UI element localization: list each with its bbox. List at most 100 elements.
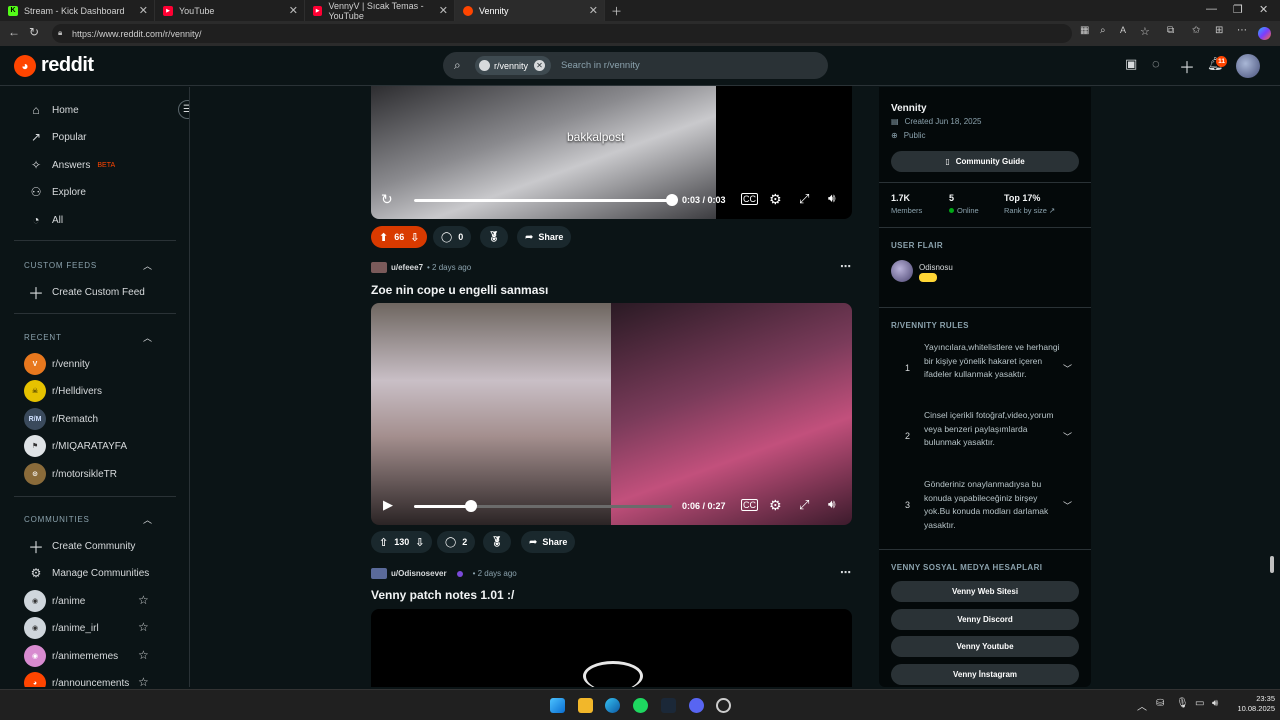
social-link-instagram[interactable]: Venny İnstagram	[891, 664, 1079, 685]
favorite-star-icon[interactable]: ☆	[138, 620, 149, 634]
play-icon[interactable]: ▶	[383, 497, 393, 513]
chat-icon[interactable]: ◌	[1152, 56, 1160, 71]
rule-item-3[interactable]: 3 Gönderiniz onaylanmadıysa bu konuda ya…	[891, 477, 1079, 533]
nav-answers[interactable]: ✧ Answers BETA	[28, 157, 115, 173]
author-avatar[interactable]	[371, 262, 387, 273]
community-item-anime-irl[interactable]: ◉ r/anime_irl	[24, 617, 99, 639]
close-icon[interactable]: ✕	[439, 4, 448, 17]
app-icon[interactable]: ▦	[1080, 25, 1089, 36]
reddit-logo[interactable]: ◕ reddit	[14, 54, 94, 77]
display-icon[interactable]: ▭	[1195, 698, 1204, 709]
chevron-down-icon[interactable]: ﹀	[1063, 499, 1072, 512]
community-guide-button[interactable]: ▯ Community Guide	[891, 151, 1079, 172]
spotify-icon[interactable]	[633, 698, 648, 713]
nav-home[interactable]: ⌂ Home	[28, 102, 78, 118]
app-icon[interactable]	[716, 698, 731, 713]
volume-icon[interactable]: 🔊︎	[828, 497, 836, 512]
browser-tab-vennyv[interactable]: ▶ VennyV | Sıcak Temas - YouTube ✕	[305, 0, 455, 21]
community-item-anime[interactable]: ◉ r/anime	[24, 590, 85, 612]
chevron-up-icon[interactable]: ︿	[143, 259, 152, 272]
upvote-icon[interactable]: ⬆	[379, 231, 388, 244]
tray-icon[interactable]: ⛁	[1156, 698, 1164, 709]
post2-video-player[interactable]: ▶ 0:06 / 0:27 CC ⚙ ⤢ 🔊︎	[371, 303, 852, 525]
back-icon[interactable]: ←	[8, 25, 20, 39]
post2-comments-button[interactable]: ◯ 2	[437, 531, 476, 553]
mic-icon[interactable]: 🎙︎	[1176, 698, 1189, 709]
fullscreen-icon[interactable]: ⤢	[799, 497, 809, 513]
video-scrubber[interactable]	[465, 500, 477, 512]
favorite-star-icon[interactable]: ☆	[138, 648, 149, 662]
collections-icon[interactable]: ⊞	[1215, 25, 1223, 36]
post2-more-options-icon[interactable]: ⋯	[840, 260, 851, 273]
create-custom-feed[interactable]: ＋ Create Custom Feed	[28, 284, 145, 303]
post2-award-button[interactable]: 🏅︎	[483, 531, 511, 553]
recent-item-vennity[interactable]: V r/vennity	[24, 353, 90, 375]
custom-feeds-header[interactable]: CUSTOM FEEDS	[24, 261, 97, 270]
upvote-icon[interactable]: ⇧	[379, 536, 388, 549]
manage-communities[interactable]: ⚙ Manage Communities	[28, 565, 150, 581]
communities-header[interactable]: COMMUNITIES	[24, 515, 90, 524]
browser-tab-kick[interactable]: K Stream - Kick Dashboard ✕	[0, 0, 155, 21]
reload-icon[interactable]: ↻	[29, 25, 39, 39]
favorites-bar-icon[interactable]: ✩	[1192, 25, 1200, 36]
replay-icon[interactable]: ↻	[381, 191, 393, 208]
social-link-discord[interactable]: Venny Discord	[891, 609, 1079, 630]
maximize-icon[interactable]: ❐	[1233, 3, 1243, 16]
volume-icon[interactable]: 🔊︎	[1212, 698, 1218, 709]
chevron-up-icon[interactable]: ︿	[143, 331, 152, 344]
post3-media[interactable]	[371, 609, 852, 687]
favorite-star-icon[interactable]: ☆	[138, 593, 149, 607]
read-aloud-icon[interactable]: A	[1120, 25, 1126, 35]
new-tab-icon[interactable]: ＋	[611, 3, 622, 19]
file-explorer-icon[interactable]	[578, 698, 593, 713]
downvote-icon[interactable]: ⇩	[410, 231, 419, 244]
post1-video-player[interactable]: bakkalpost ↻ 0:03 / 0:03 CC ⚙ ⤢ 🔊︎	[371, 86, 852, 219]
post2-share-button[interactable]: ➦ Share	[521, 531, 576, 553]
user-avatar[interactable]	[1236, 54, 1260, 78]
post3-more-options-icon[interactable]: ⋯	[840, 566, 851, 579]
post3-title[interactable]: Venny patch notes 1.01 :/	[371, 588, 514, 602]
volume-icon[interactable]: 🔊︎	[828, 191, 836, 206]
favorite-icon[interactable]: ☆	[1140, 25, 1150, 38]
search-placeholder[interactable]: Search in r/vennity	[561, 60, 640, 71]
page-scrollbar-thumb[interactable]	[1270, 556, 1274, 573]
post-author[interactable]: u/efeee7	[391, 263, 423, 272]
rule-item-1[interactable]: 1 Yayıncılara,whitelistlere ve herhangi …	[891, 340, 1079, 396]
recent-header[interactable]: RECENT	[24, 333, 62, 342]
extensions-icon[interactable]: ⧉	[1167, 25, 1174, 36]
collapse-sidebar-button[interactable]: ☰	[178, 100, 189, 119]
community-item-announcements[interactable]: ◕ r/announcements	[24, 672, 129, 687]
close-icon[interactable]: ✕	[139, 4, 148, 17]
post1-share-button[interactable]: ➦ Share	[517, 226, 572, 248]
settings-gear-icon[interactable]: ⚙	[769, 497, 782, 514]
downvote-icon[interactable]: ⇩	[415, 536, 424, 549]
advertise-icon[interactable]: ▣	[1125, 56, 1137, 72]
stat-rank[interactable]: Top 17% Rank by size ↗	[1004, 193, 1055, 215]
chevron-up-icon[interactable]: ︿	[1137, 698, 1147, 713]
captions-icon[interactable]: CC	[741, 499, 758, 511]
nav-popular[interactable]: ↗ Popular	[28, 129, 87, 145]
rule-item-2[interactable]: 2 Cinsel içerikli fotoğraf,video,yorum v…	[891, 409, 1079, 465]
social-link-website[interactable]: Venny Web Sitesi	[891, 581, 1079, 602]
minimize-icon[interactable]: —	[1206, 3, 1217, 15]
post1-comments-button[interactable]: ◯ 0	[433, 226, 472, 248]
steam-icon[interactable]	[661, 698, 676, 713]
chevron-down-icon[interactable]: ﹀	[1063, 362, 1072, 375]
captions-icon[interactable]: CC	[741, 193, 758, 205]
window-close-icon[interactable]: ✕	[1259, 3, 1268, 16]
start-icon[interactable]	[550, 698, 565, 713]
post2-title[interactable]: Zoe nin cope u engelli sanması	[371, 283, 548, 297]
search-community-chip[interactable]: r/vennity ✕	[475, 56, 552, 75]
clock[interactable]: 23:35 10.08.2025	[1227, 694, 1275, 714]
nav-all[interactable]: ◔ All	[28, 212, 63, 228]
author-avatar[interactable]	[371, 568, 387, 579]
chevron-up-icon[interactable]: ︿	[143, 513, 152, 526]
copilot-icon[interactable]	[1258, 27, 1271, 40]
post1-award-button[interactable]: 🏅︎	[480, 226, 508, 248]
recent-item-motorsikletr[interactable]: ⊙ r/motorsikleTR	[24, 463, 117, 485]
video-scrubber[interactable]	[666, 194, 678, 206]
social-link-youtube[interactable]: Venny Youtube	[891, 636, 1079, 657]
settings-gear-icon[interactable]: ⚙	[769, 191, 782, 208]
browser-tab-vennity[interactable]: Vennity ✕	[455, 0, 605, 21]
chevron-down-icon[interactable]: ﹀	[1063, 430, 1072, 443]
